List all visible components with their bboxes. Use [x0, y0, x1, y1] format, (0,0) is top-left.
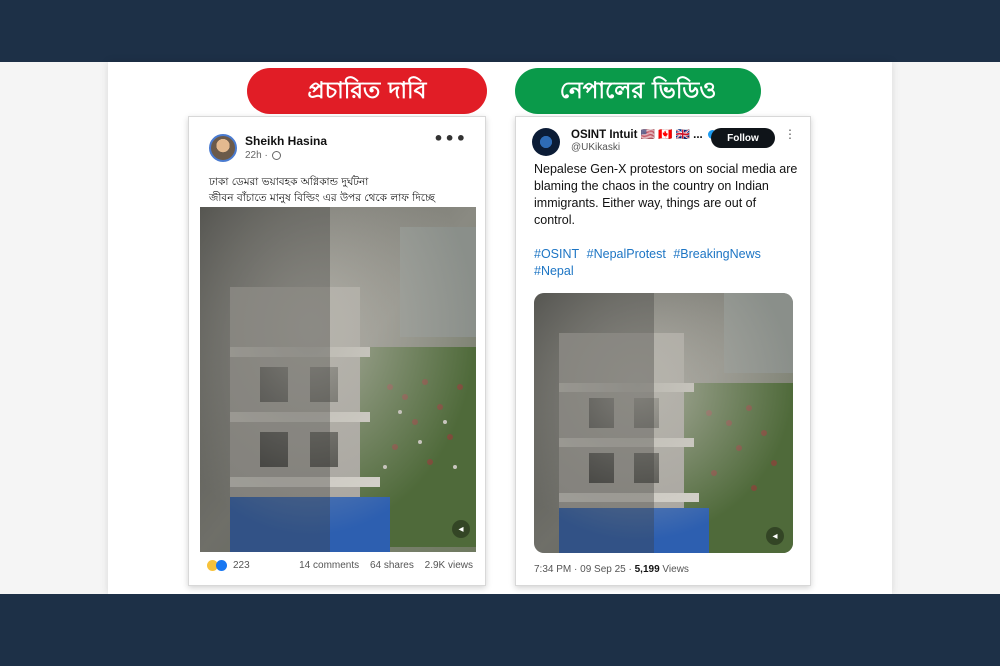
post-video[interactable]: ◂	[200, 207, 476, 552]
tweet-timestamp[interactable]: 7:34 PM · 09 Sep 25 ·	[534, 564, 635, 575]
more-options-icon[interactable]: •••	[433, 129, 467, 148]
more-options-icon[interactable]: ⋮	[784, 127, 796, 141]
fire-building-video-frame	[534, 293, 793, 553]
post-caption: ঢাকা ডেমরা ভয়াবহক অগ্নিকান্ড দুর্ঘটনা জ…	[209, 174, 473, 206]
hashtag-link[interactable]: #OSINT	[534, 247, 579, 261]
reactions[interactable]: 223	[207, 560, 250, 571]
shares-count[interactable]: 64 shares	[370, 560, 414, 571]
post-time[interactable]: 22h ·	[245, 150, 268, 161]
mute-icon[interactable]: ◂	[766, 527, 784, 545]
claim-label: প্রচারিত দাবি	[247, 68, 487, 114]
author-handle[interactable]: @UKikaski	[571, 142, 620, 153]
fire-building-video-frame	[200, 207, 476, 552]
author-name[interactable]: OSINT Intuit 🇺🇸 🇨🇦 🇬🇧 ...	[571, 127, 717, 141]
avatar[interactable]	[532, 128, 560, 156]
tweet-footer: 7:34 PM · 09 Sep 25 · 5,199 Views	[534, 564, 689, 575]
top-band	[0, 0, 1000, 62]
engagement-counts: 14 comments 64 shares 2.9K views	[291, 560, 473, 571]
tweet-views-count: 5,199	[634, 564, 660, 575]
tweet-video[interactable]: ◂	[534, 293, 793, 553]
hashtag-link[interactable]: #BreakingNews	[673, 247, 761, 261]
hashtag-link[interactable]: #Nepal	[534, 264, 574, 278]
author-name[interactable]: Sheikh Hasina	[245, 134, 327, 148]
facebook-post-card: Sheikh Hasina 22h · ••• ঢাকা ডেমরা ভয়াব…	[188, 116, 486, 586]
tweet-text: Nepalese Gen-X protestors on social medi…	[534, 162, 798, 227]
fact-label: নেপালের ভিডিও	[515, 68, 761, 114]
hashtags: #OSINT #NepalProtest #BreakingNews #Nepa…	[534, 246, 798, 280]
avatar[interactable]	[209, 134, 237, 162]
reaction-count: 223	[233, 560, 250, 571]
follow-button[interactable]: Follow	[711, 128, 775, 148]
like-reaction-icon	[216, 560, 227, 571]
author-display-name: OSINT Intuit 🇺🇸 🇨🇦 🇬🇧 ...	[571, 129, 703, 141]
bottom-band	[0, 594, 1000, 666]
comments-count[interactable]: 14 comments	[299, 560, 359, 571]
caption-line-1: ঢাকা ডেমরা ভয়াবহক অগ্নিকান্ড দুর্ঘটনা	[209, 176, 369, 188]
caption-line-2: জীবন বাঁচাতে মানুষ বিল্ডিং এর উপর থেকে ল…	[209, 192, 435, 204]
twitter-post-card: OSINT Intuit 🇺🇸 🇨🇦 🇬🇧 ... @UKikaski Foll…	[515, 116, 811, 586]
post-stats: 223 14 comments 64 shares 2.9K views	[207, 560, 473, 571]
tweet-views-label: Views	[659, 564, 689, 575]
hashtag-link[interactable]: #NepalProtest	[587, 247, 666, 261]
views-count: 2.9K views	[424, 560, 473, 571]
globe-icon	[271, 151, 281, 160]
post-meta: 22h ·	[245, 150, 281, 161]
mute-icon[interactable]: ◂	[452, 520, 470, 538]
